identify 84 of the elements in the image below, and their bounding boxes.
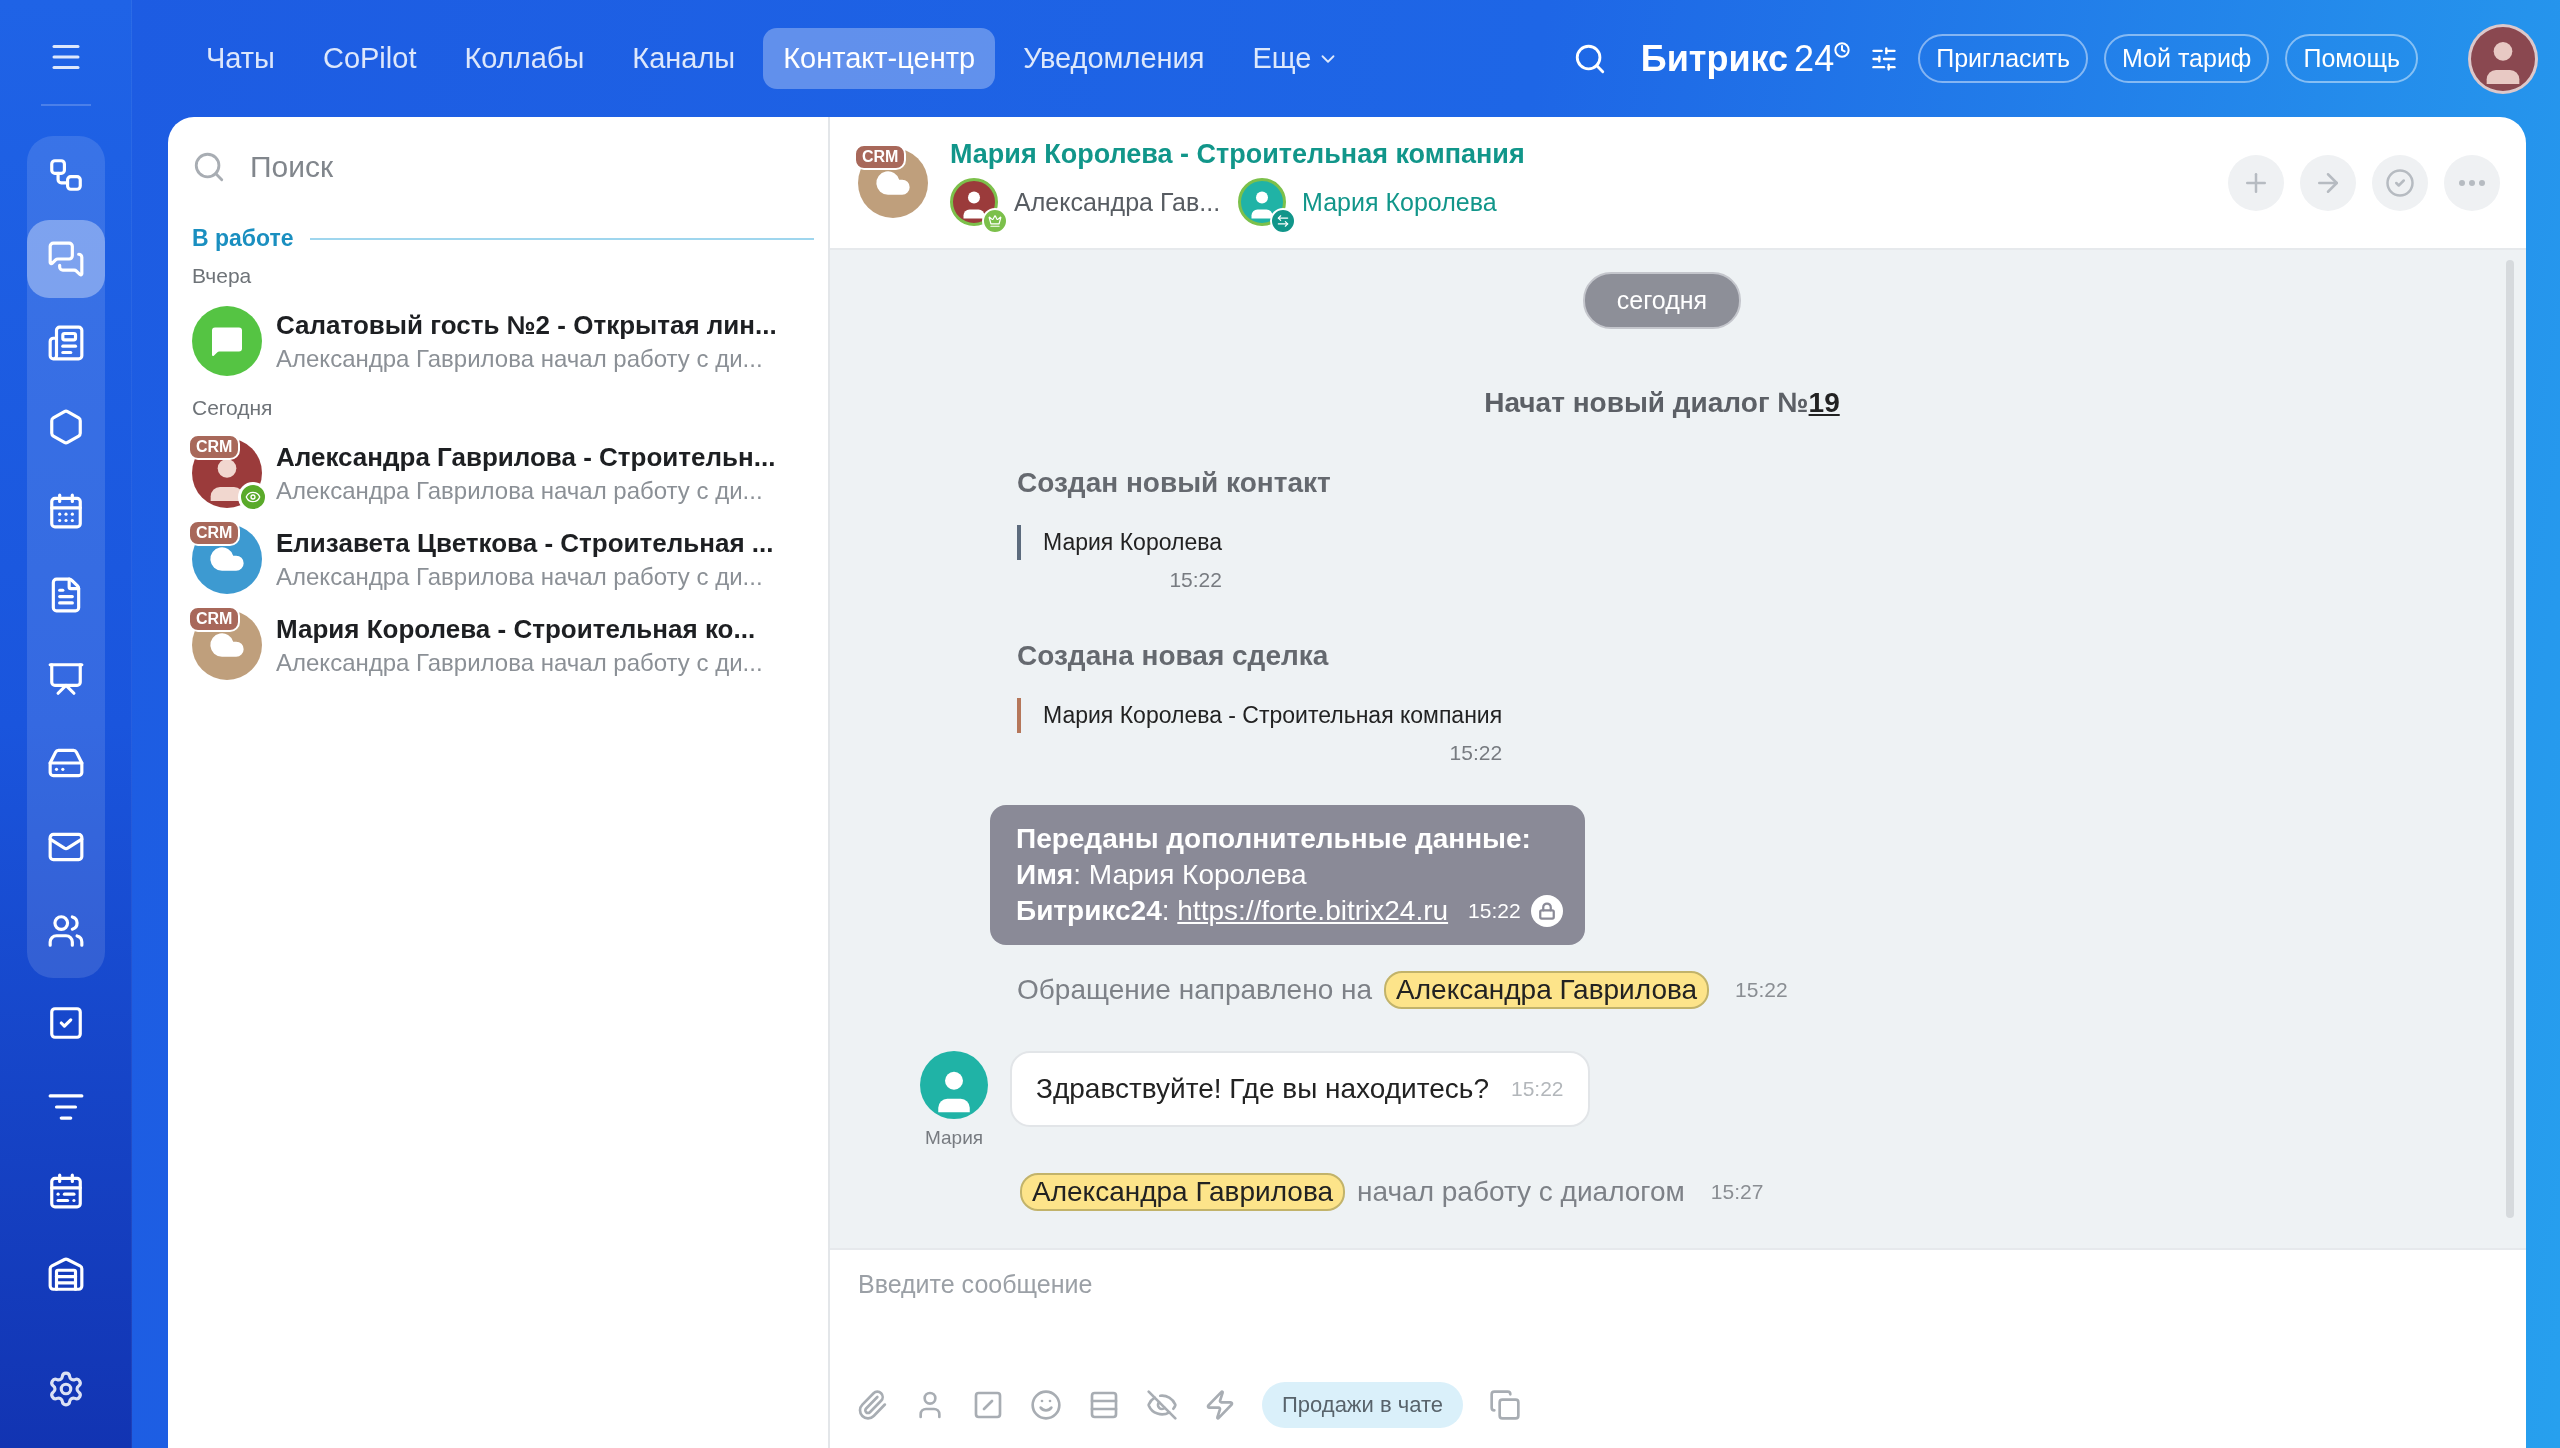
ellipsis-icon	[2459, 179, 2485, 186]
brand-logo[interactable]: Битрикс 24	[1640, 37, 1851, 80]
data-label: Битрикс24:	[1016, 895, 1171, 927]
entity-title: Создан новый контакт	[1017, 467, 1331, 499]
message-time: 15:27	[1710, 1180, 1764, 1204]
nav-tab[interactable]: Каналы	[612, 28, 756, 89]
entity-link[interactable]: Мария Королева	[1017, 525, 1222, 560]
entity-title: Создана новая сделка	[1017, 640, 1329, 672]
search-field[interactable]: Поиск	[248, 149, 814, 185]
message-time: 15:22	[1735, 978, 1788, 1002]
rows-icon	[1088, 1389, 1120, 1421]
entity-link[interactable]: Мария Королева - Строительная компания	[1017, 698, 1503, 733]
system-text: начал работу с диалогом	[1357, 1176, 1685, 1208]
lightning-icon	[1204, 1389, 1236, 1421]
crm-badge: CRM	[188, 606, 241, 632]
chat-bubbles-nav-button[interactable]	[26, 220, 105, 298]
paperclip-button[interactable]	[856, 1389, 888, 1421]
smile-icon	[1030, 1389, 1062, 1421]
slash-icon	[972, 1389, 1004, 1421]
header-button[interactable]: Пригласить	[1918, 34, 2088, 83]
nav-tab[interactable]: Контакт-центр	[763, 28, 996, 89]
search-icon	[192, 150, 226, 184]
eye-off-button[interactable]	[1146, 1389, 1178, 1421]
slash-button[interactable]	[972, 1389, 1004, 1421]
member-avatar[interactable]	[950, 178, 998, 226]
eye-off-icon	[1146, 1389, 1178, 1421]
date-group-label: Сегодня	[192, 395, 274, 421]
nav-tab[interactable]: Уведомления	[1003, 28, 1225, 89]
people-icon	[46, 912, 85, 950]
message-time: 15:22	[1169, 568, 1222, 592]
member-name[interactable]: Мария Королева	[1302, 187, 1497, 217]
lightning-button[interactable]	[1204, 1389, 1236, 1421]
chat-preview: Александра Гаврилова начал работу с ди...	[276, 344, 764, 373]
message-time: 15:22	[1468, 899, 1521, 923]
dialog-link[interactable]: 19	[1808, 387, 1840, 418]
chat-title[interactable]: Салатовый гость №2 - Открытая лин...	[276, 309, 777, 341]
crm-badge: CRM	[854, 143, 907, 170]
member-name[interactable]: Александра Гав...	[1014, 187, 1221, 217]
chat-title[interactable]: Мария Королева - Строительная ко...	[276, 613, 763, 645]
chat-title[interactable]: Александра Гаврилова - Строительн...	[276, 441, 776, 473]
nav-tab[interactable]: Чаты	[186, 28, 295, 89]
member-avatar[interactable]	[1238, 178, 1287, 226]
swap-arrows-icon	[1270, 208, 1297, 234]
chat-preview: Александра Гаврилова начал работу с ди...	[276, 648, 763, 677]
more-menu-button[interactable]: Еще	[1232, 28, 1360, 89]
data-heading: Переданы дополнительные данные:	[1016, 823, 1532, 855]
rows-button[interactable]	[1088, 1389, 1120, 1421]
chat-bubbles-icon	[46, 240, 85, 278]
message-input[interactable]: Введите сообщение	[856, 1268, 2500, 1382]
message-time: 15:22	[1511, 1077, 1564, 1101]
section-title: В работе	[192, 225, 294, 252]
site-link[interactable]: https://forte.bitrix24.ru	[1177, 895, 1449, 927]
chat-title[interactable]: Мария Королева - Строительная компания	[950, 139, 1525, 170]
newspaper-icon	[46, 324, 85, 362]
scrollbar[interactable]	[2506, 260, 2514, 1218]
sales-button[interactable]: Продажи в чате	[1262, 1382, 1464, 1428]
header-button[interactable]: Мой тариф	[2104, 34, 2270, 83]
paperclip-icon	[856, 1389, 888, 1421]
chat-preview: Александра Гаврилова начал работу с ди...	[276, 476, 764, 505]
smile-button[interactable]	[1030, 1389, 1062, 1421]
nav-tab[interactable]: CoPilot	[302, 28, 437, 89]
panels-button[interactable]	[1489, 1389, 1522, 1421]
crm-badge: CRM	[188, 520, 241, 546]
message-time: 15:22	[1449, 741, 1503, 765]
system-text: Обращение направлено на	[1017, 974, 1373, 1006]
date-group-label: Вчера	[192, 263, 253, 289]
crm-badge: CRM	[188, 434, 241, 460]
check-circle-icon	[2385, 167, 2415, 198]
message-text: Здравствуйте! Где вы находитесь?	[1036, 1073, 1489, 1105]
chat-title[interactable]: Елизавета Цветкова - Строительная ...	[276, 527, 774, 559]
user-mention[interactable]: Александра Гаврилова	[1020, 1173, 1346, 1211]
data-line: Имя: Мария Королева	[1016, 859, 1308, 891]
crown-icon	[982, 208, 1008, 234]
date-divider: сегодня	[1582, 272, 1742, 329]
header-button[interactable]: Помощь	[2285, 34, 2418, 83]
chat-preview: Александра Гаврилова начал работу с ди...	[276, 562, 764, 591]
lock-icon	[1530, 895, 1563, 927]
panels-icon	[1489, 1389, 1522, 1421]
nav-tab[interactable]: Коллабы	[444, 28, 605, 89]
author-name: Мария	[924, 1127, 984, 1149]
user-mention[interactable]: Александра Гаврилова	[1384, 971, 1710, 1009]
presentation-board-icon	[46, 660, 85, 698]
warehouse-icon	[46, 1256, 85, 1294]
dialog-start-text: Начат новый диалог №19	[1484, 387, 1840, 419]
